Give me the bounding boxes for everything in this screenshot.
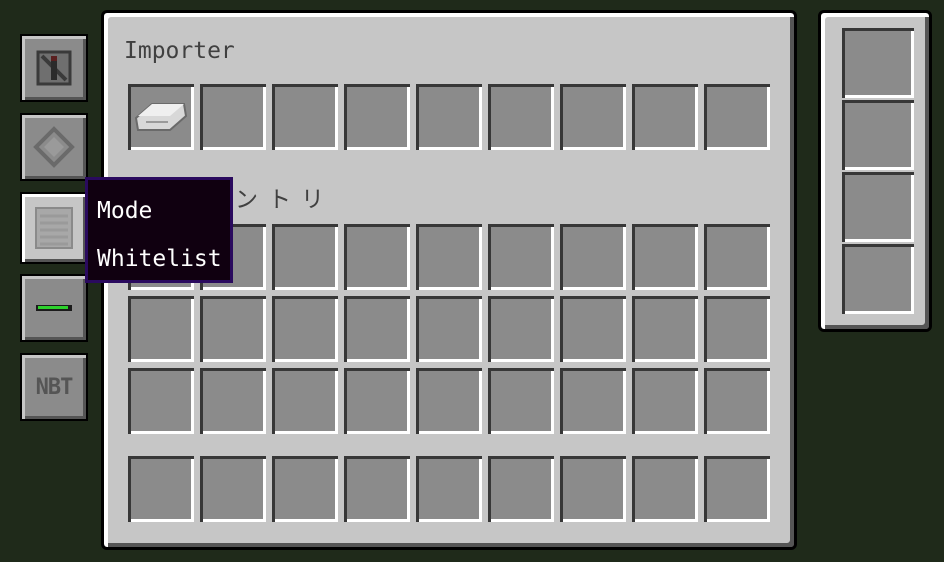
redstone-mode-button[interactable] bbox=[20, 34, 88, 102]
diamond-outline-icon bbox=[33, 126, 75, 168]
upgrade-slot[interactable] bbox=[842, 100, 914, 170]
inventory-slot[interactable] bbox=[488, 296, 554, 362]
list-icon bbox=[35, 207, 73, 249]
inventory-slot[interactable] bbox=[272, 368, 338, 434]
mode-button[interactable] bbox=[20, 192, 88, 264]
hotbar-slot[interactable] bbox=[128, 456, 194, 522]
inventory-slot[interactable] bbox=[632, 368, 698, 434]
hotbar-slot[interactable] bbox=[200, 456, 266, 522]
filter-slot[interactable] bbox=[200, 84, 266, 150]
inventory-slot[interactable] bbox=[560, 224, 626, 290]
hotbar-slot[interactable] bbox=[704, 456, 770, 522]
hotbar-slot[interactable] bbox=[488, 456, 554, 522]
inventory-slot[interactable] bbox=[704, 224, 770, 290]
tooltip-title: Mode bbox=[97, 198, 153, 224]
filter-slot[interactable] bbox=[272, 84, 338, 150]
filter-slot[interactable] bbox=[128, 84, 194, 150]
hotbar-slot[interactable] bbox=[416, 456, 482, 522]
upgrade-slot[interactable] bbox=[842, 172, 914, 242]
hotbar-slot[interactable] bbox=[632, 456, 698, 522]
upgrade-slot[interactable] bbox=[842, 244, 914, 314]
inventory-slot[interactable] bbox=[488, 224, 554, 290]
filter-slot[interactable] bbox=[704, 84, 770, 150]
inventory-slot[interactable] bbox=[344, 368, 410, 434]
mode-tooltip: Mode Whitelist bbox=[85, 177, 233, 283]
inventory-slot[interactable] bbox=[416, 368, 482, 434]
window-title: Importer bbox=[124, 38, 235, 64]
inventory-slot[interactable] bbox=[128, 296, 194, 362]
hotbar-slot[interactable] bbox=[560, 456, 626, 522]
inventory-slot[interactable] bbox=[200, 368, 266, 434]
hotbar-slot[interactable] bbox=[344, 456, 410, 522]
hotbar-slot[interactable] bbox=[272, 456, 338, 522]
inventory-slot[interactable] bbox=[704, 296, 770, 362]
inventory-slot[interactable] bbox=[560, 296, 626, 362]
inventory-slot[interactable] bbox=[632, 296, 698, 362]
filter-slot[interactable] bbox=[344, 84, 410, 150]
exact-button[interactable] bbox=[20, 274, 88, 342]
inventory-slot[interactable] bbox=[416, 224, 482, 290]
inventory-slot[interactable] bbox=[344, 296, 410, 362]
inventory-slot[interactable] bbox=[632, 224, 698, 290]
inventory-slot[interactable] bbox=[272, 296, 338, 362]
iron-ingot-icon bbox=[134, 103, 188, 131]
filter-slot[interactable] bbox=[488, 84, 554, 150]
inventory-slot[interactable] bbox=[560, 368, 626, 434]
inventory-slot[interactable] bbox=[128, 368, 194, 434]
redstone-torch-icon bbox=[36, 50, 72, 86]
filter-slot[interactable] bbox=[632, 84, 698, 150]
filter-slot[interactable] bbox=[560, 84, 626, 150]
inventory-slot[interactable] bbox=[416, 296, 482, 362]
nbt-button[interactable]: NBT bbox=[20, 353, 88, 421]
upgrade-slot[interactable] bbox=[842, 28, 914, 98]
nbt-label: NBT bbox=[35, 374, 74, 400]
inventory-slot[interactable] bbox=[704, 368, 770, 434]
inventory-slot[interactable] bbox=[272, 224, 338, 290]
inventory-slot[interactable] bbox=[200, 296, 266, 362]
green-bar-icon bbox=[36, 305, 72, 311]
inventory-slot[interactable] bbox=[488, 368, 554, 434]
inventory-slot[interactable] bbox=[344, 224, 410, 290]
compare-button[interactable] bbox=[20, 113, 88, 181]
filter-slot[interactable] bbox=[416, 84, 482, 150]
tooltip-value: Whitelist bbox=[97, 246, 222, 272]
